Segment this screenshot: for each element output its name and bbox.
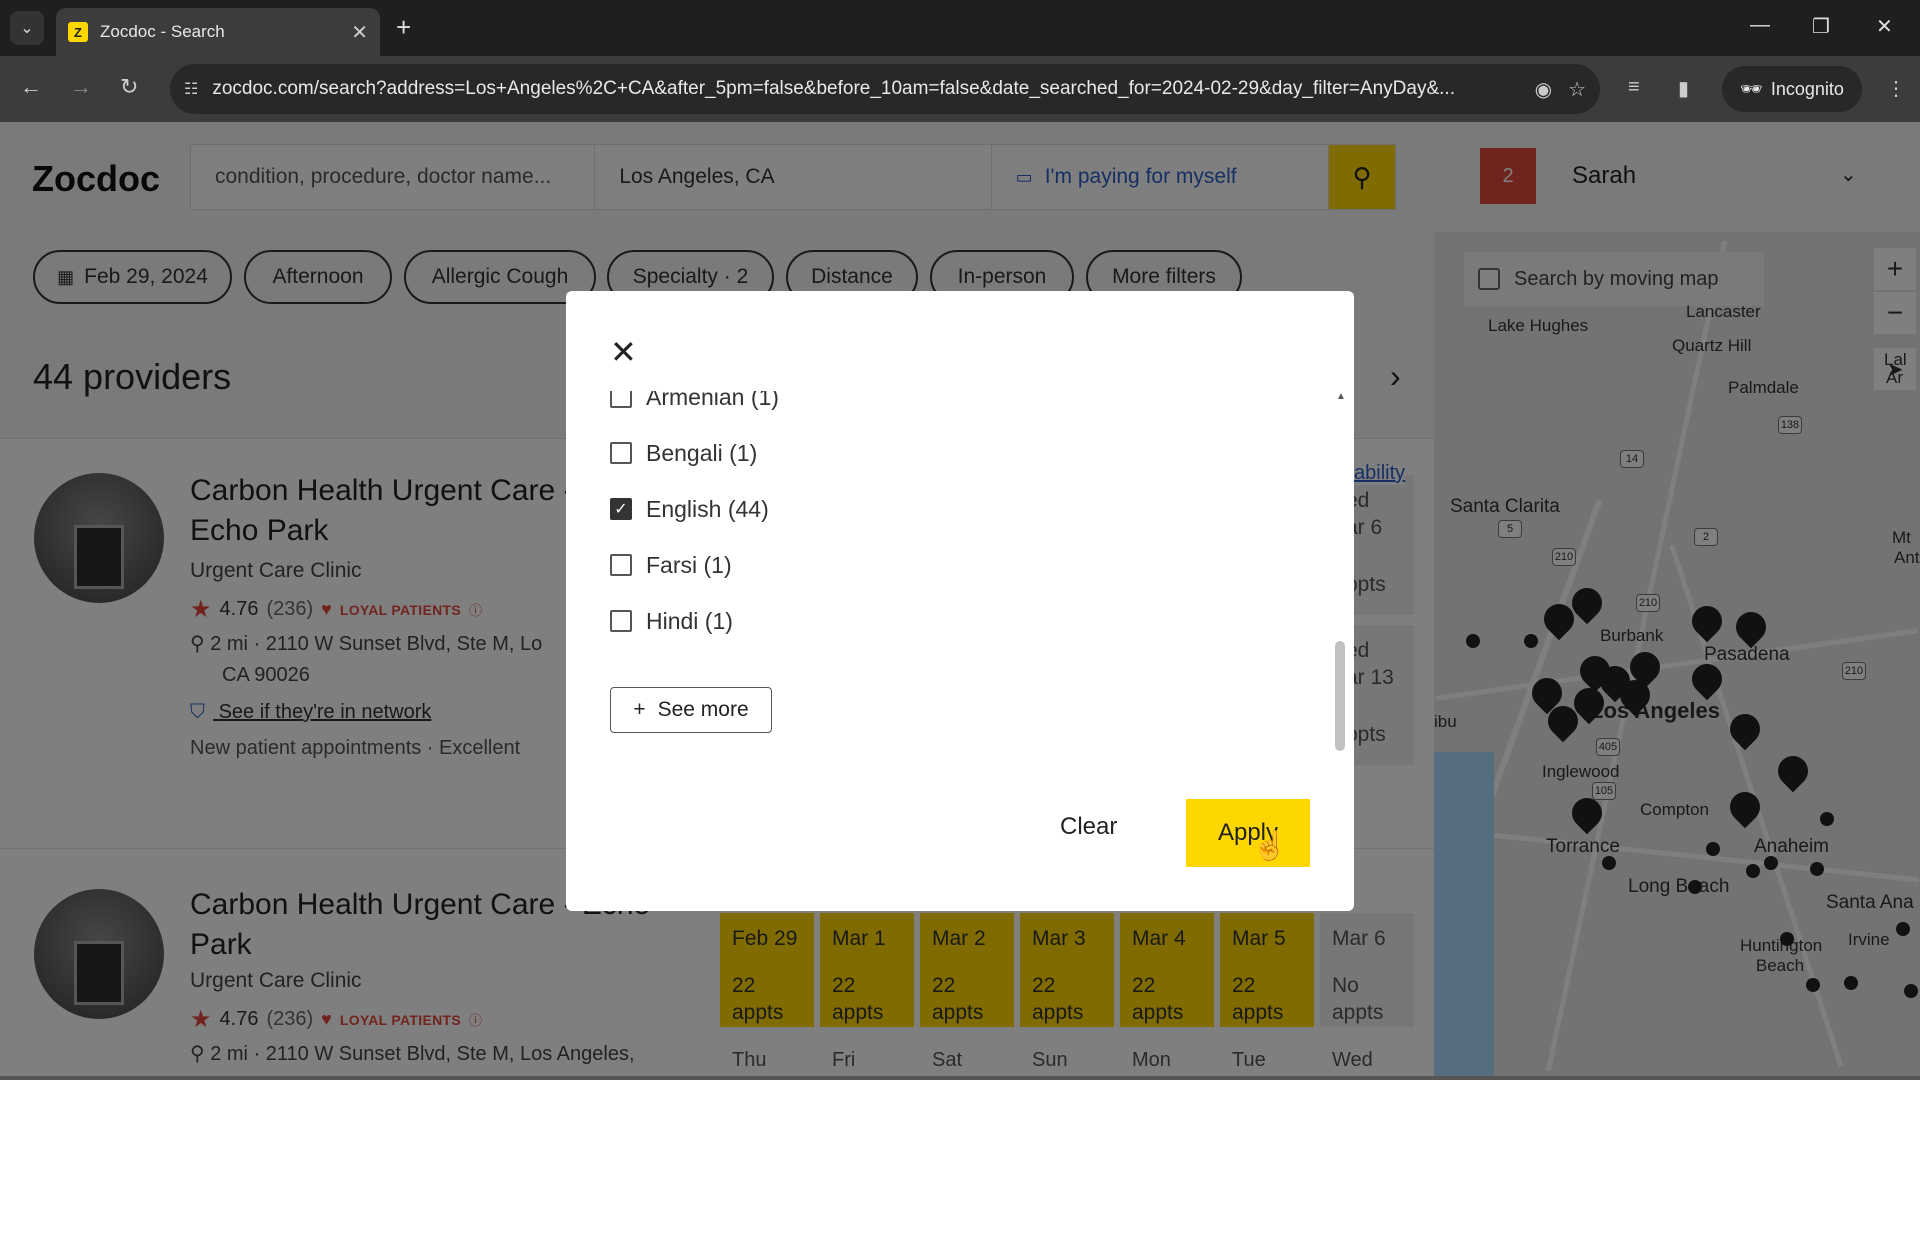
tab-search-button[interactable]: ⌄ xyxy=(10,11,44,45)
language-label: Farsi (1) xyxy=(646,551,732,578)
incognito-badge[interactable]: 🕶 Incognito xyxy=(1722,66,1862,112)
tab-title: Zocdoc - Search xyxy=(100,22,225,41)
forward-icon[interactable]: → xyxy=(70,74,92,100)
back-icon[interactable]: ← xyxy=(20,74,42,100)
language-label: Armenian (1) xyxy=(646,391,779,410)
plus-icon: + xyxy=(633,698,646,721)
browser-toolbar: ← → ↻ ☷ zocdoc.com/search?address=Los+An… xyxy=(0,56,1920,122)
bookmark-star-icon[interactable]: ☆ xyxy=(1568,77,1586,102)
eye-off-icon[interactable]: ◉ xyxy=(1535,77,1552,102)
checkbox[interactable] xyxy=(610,610,632,632)
zocdoc-favicon-icon: Z xyxy=(68,22,88,42)
browser-tab-strip: ⌄ Z Zocdoc - Search ✕ + — ❐ ✕ xyxy=(0,0,1920,56)
see-more-button[interactable]: + See more xyxy=(610,687,772,733)
url-text[interactable]: zocdoc.com/search?address=Los+Angeles%2C… xyxy=(212,78,1518,100)
modal-scrollbar[interactable]: ▲ xyxy=(1332,391,1348,771)
language-option-english[interactable]: ✓ English (44) xyxy=(610,489,769,529)
checkbox-checked[interactable]: ✓ xyxy=(610,498,632,520)
address-bar[interactable]: ☷ zocdoc.com/search?address=Los+Angeles%… xyxy=(170,64,1600,114)
language-filter-modal: ✕ Armenian (1) Bengali (1) ✓ English (44… xyxy=(566,291,1354,911)
scroll-up-icon[interactable]: ▲ xyxy=(1336,391,1346,402)
close-icon[interactable]: ✕ xyxy=(610,333,637,371)
media-control-icon[interactable]: ≡ xyxy=(1628,76,1640,99)
window-close-icon[interactable]: ✕ xyxy=(1876,14,1893,39)
apply-button[interactable]: Apply xyxy=(1186,799,1310,867)
browser-menu-icon[interactable]: ⋮ xyxy=(1886,76,1906,101)
language-option-hindi[interactable]: Hindi (1) xyxy=(610,601,733,641)
incognito-label: Incognito xyxy=(1770,78,1844,99)
video-progress-bar xyxy=(0,1076,1920,1080)
reload-icon[interactable]: ↻ xyxy=(120,74,138,100)
language-label: English (44) xyxy=(646,495,769,522)
checkbox[interactable] xyxy=(610,442,632,464)
minimize-icon[interactable]: — xyxy=(1750,14,1770,37)
pointer-cursor-icon: ☝ xyxy=(1252,830,1287,861)
browser-tab[interactable]: Z Zocdoc - Search ✕ xyxy=(56,8,380,56)
new-tab-icon[interactable]: + xyxy=(396,12,411,43)
language-options-list: Armenian (1) Bengali (1) ✓ English (44) … xyxy=(610,391,1340,731)
language-label: Bengali (1) xyxy=(646,439,758,466)
close-tab-icon[interactable]: ✕ xyxy=(351,20,368,45)
see-more-label: See more xyxy=(657,698,749,721)
scroll-thumb[interactable] xyxy=(1335,641,1345,751)
checkbox[interactable] xyxy=(610,554,632,576)
language-label: Hindi (1) xyxy=(646,607,733,634)
site-info-icon[interactable]: ☷ xyxy=(184,79,198,99)
language-option-armenian[interactable]: Armenian (1) xyxy=(610,391,779,417)
checkbox[interactable] xyxy=(610,391,632,408)
restore-icon[interactable]: ❐ xyxy=(1812,14,1830,39)
clear-button[interactable]: Clear xyxy=(1060,813,1117,841)
language-option-bengali[interactable]: Bengali (1) xyxy=(610,433,757,473)
side-panel-icon[interactable]: ▮ xyxy=(1678,76,1689,101)
language-option-farsi[interactable]: Farsi (1) xyxy=(610,545,732,585)
incognito-icon: 🕶 xyxy=(1740,78,1763,99)
